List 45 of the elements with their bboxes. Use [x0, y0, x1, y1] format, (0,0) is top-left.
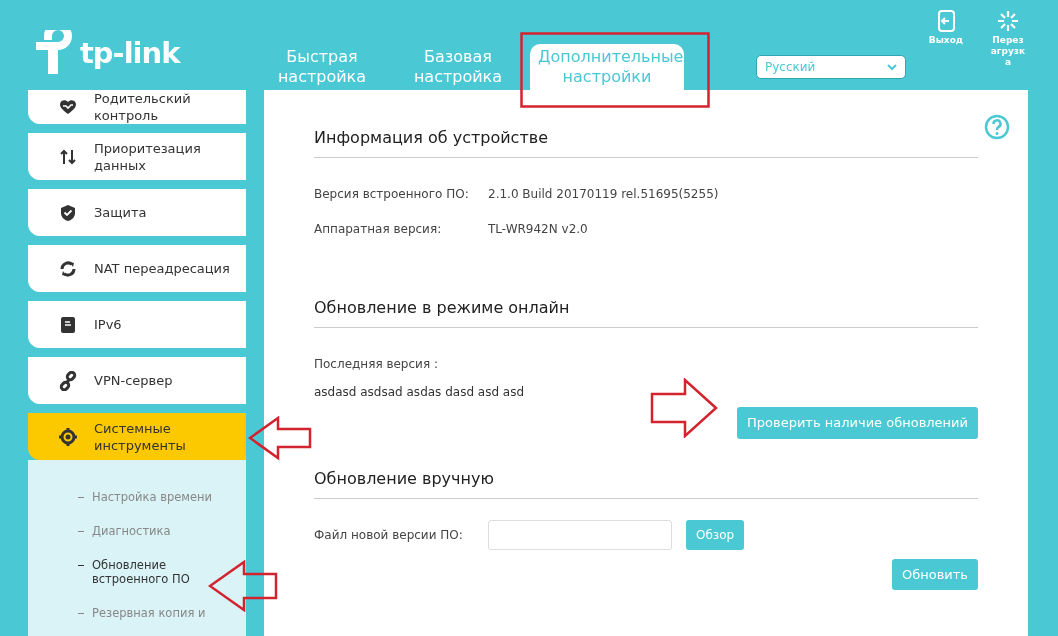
- check-updates-button[interactable]: Проверить наличие обновлений: [737, 407, 978, 439]
- submenu-item[interactable]: Настройка времени: [78, 490, 246, 504]
- reboot-label[interactable]: Перезагрузка: [990, 35, 1026, 68]
- sidebar-item[interactable]: VPN-сервер: [28, 357, 246, 404]
- reboot-icon: [997, 10, 1019, 32]
- annotation-arrow: [248, 416, 314, 462]
- chevron-down-icon: [887, 63, 897, 71]
- gear-icon: [58, 426, 78, 447]
- annotation-arrow: [208, 560, 278, 612]
- document-icon: [58, 314, 78, 335]
- version-note: asdasd asdsad asdas dasd asd asd: [314, 384, 526, 401]
- nav-tab[interactable]: Дополнительные настройки: [530, 44, 684, 90]
- annotation-arrow: [650, 378, 718, 438]
- field-label: Аппаратная версия:: [314, 220, 443, 238]
- file-path-field[interactable]: [488, 519, 672, 550]
- sidebar-item[interactable]: Родительский контроль: [28, 90, 246, 124]
- sidebar-item[interactable]: IPv6: [28, 301, 246, 348]
- browse-button[interactable]: Обзор: [686, 519, 745, 550]
- submenu-item[interactable]: Диагностика: [78, 524, 246, 538]
- sidebar-item[interactable]: Системные инструменты: [28, 413, 246, 460]
- update-button[interactable]: Обновить: [891, 558, 978, 590]
- language-select[interactable]: Русский: [756, 55, 906, 79]
- section-title: Информация об устройстве: [314, 126, 978, 158]
- cycle-icon: [58, 258, 78, 279]
- link-icon: [58, 370, 78, 391]
- sidebar-item[interactable]: Защита: [28, 189, 246, 236]
- field-value: TL-WR942N v2.0: [488, 220, 588, 238]
- section-title: Обновление вручную: [314, 466, 978, 499]
- field-label: Версия встроенного ПО:: [314, 185, 470, 203]
- logo-text: tp-link: [80, 35, 180, 73]
- field-label: Файл новой версии ПО:: [314, 526, 464, 544]
- help-icon: [984, 114, 1010, 140]
- submenu-item[interactable]: Резервная копия и: [78, 606, 246, 620]
- logout-label[interactable]: Выход: [928, 35, 964, 46]
- nav-tab[interactable]: Быстрая настройка: [258, 44, 386, 90]
- section-title: Обновление в режиме онлайн: [314, 296, 978, 328]
- heart-icon: [58, 97, 78, 117]
- field-value: 2.1.0 Build 20170119 rel.51695(5255): [488, 185, 719, 203]
- shield-icon: [58, 202, 78, 223]
- submenu-item[interactable]: Обновление встроенного ПО: [78, 558, 246, 586]
- sidebar-item[interactable]: NAT переадресация: [28, 245, 246, 292]
- logout-icon: [936, 10, 956, 32]
- nav-tab[interactable]: Базовая настройка: [394, 44, 522, 90]
- field-label: Последняя версия :: [314, 355, 439, 373]
- sidebar-item[interactable]: Приоритезация данных: [28, 133, 246, 180]
